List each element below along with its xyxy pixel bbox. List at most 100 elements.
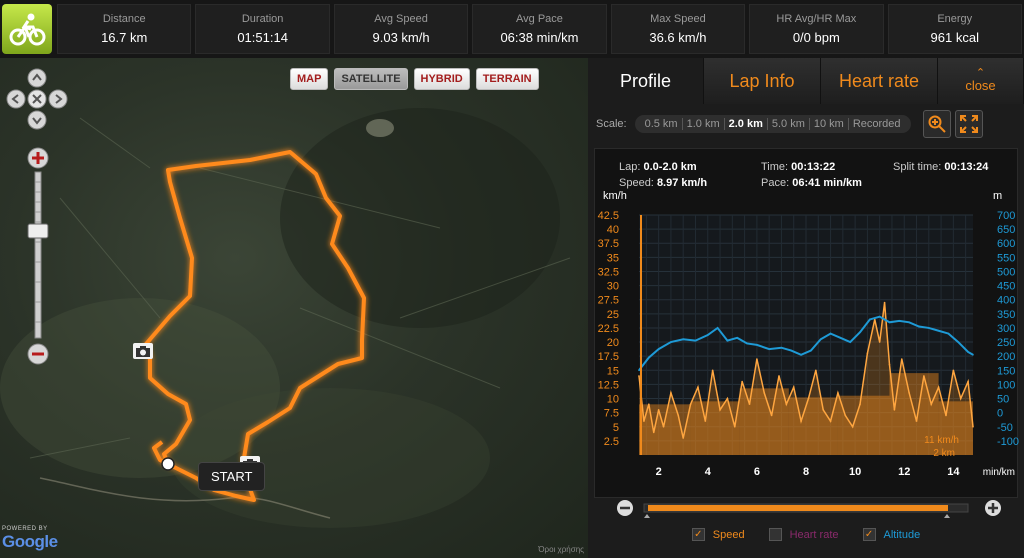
legend-altitude-label: Altitude	[883, 528, 921, 541]
stat-value: 06:38 min/km	[500, 30, 579, 45]
range-slider[interactable]	[614, 498, 998, 518]
map-attribution[interactable]: Όροι χρήσης	[538, 545, 584, 554]
altitude-point	[694, 339, 697, 342]
speed-point	[807, 397, 810, 400]
y-right-tick-label: 350	[997, 309, 1015, 321]
stat-label: Energy	[937, 13, 973, 25]
satellite-map[interactable]: MAP SATELLITE HYBRID TERRAIN START POWER…	[0, 58, 588, 558]
profile-panel: Profile Lap Info Heart rate ⌃ close Scal…	[588, 58, 1024, 558]
speed-point	[748, 403, 751, 405]
heart-rate-checkbox[interactable]	[768, 528, 782, 541]
altitude-point	[849, 341, 852, 343]
x-tick-label: 8	[803, 466, 809, 478]
stat-label: Avg Speed	[374, 13, 428, 25]
speed-point	[689, 403, 692, 405]
speed-point	[648, 403, 650, 405]
scale-option-selected[interactable]: 2.0 km	[725, 118, 768, 130]
map-type-satellite-button[interactable]: SATELLITE	[334, 68, 408, 90]
stat-value: 36.6 km/h	[649, 30, 707, 45]
speed-point	[815, 369, 817, 372]
profile-chart-svg: 2.557.51012.51517.52022.52527.53032.5353…	[598, 190, 1019, 478]
y-left-tick-label: 40	[607, 224, 619, 236]
profile-chart[interactable]: Lap: 0.0-2.0 km Speed: 8.97 km/h Time: 0…	[594, 148, 1019, 498]
altitude-checkbox[interactable]: ✓	[862, 528, 876, 541]
marker-speed-label: 11 km/h	[924, 435, 959, 446]
speed-point	[900, 358, 903, 360]
speed-point	[930, 403, 933, 405]
y-left-tick-label: 37.5	[598, 238, 619, 250]
speed-point	[959, 397, 962, 400]
tab-profile[interactable]: Profile	[588, 58, 704, 104]
zoom-in-icon[interactable]	[922, 110, 951, 138]
speed-point	[756, 358, 758, 360]
fullscreen-icon[interactable]	[954, 110, 983, 138]
y-left-tick-label: 10	[607, 394, 619, 406]
altitude-point	[746, 342, 748, 345]
tab-lap-info[interactable]: Lap Info	[704, 58, 821, 104]
scale-label: Scale:	[596, 118, 627, 130]
legend-altitude[interactable]: ✓ Altitude	[862, 528, 921, 541]
altitude-point	[790, 349, 793, 352]
altitude-point	[780, 346, 783, 349]
speed-point	[866, 352, 869, 355]
y-right-tick-label: 150	[997, 365, 1015, 377]
mountain-bike-icon[interactable]	[2, 4, 52, 54]
altitude-point	[937, 329, 940, 332]
legend-speed[interactable]: ✓ Speed	[691, 528, 745, 541]
speed-point	[741, 380, 743, 383]
y-right-tick-label: 50	[997, 394, 1009, 406]
y-right-tick-label: 400	[997, 295, 1015, 307]
scale-option[interactable]: 0.5 km	[641, 118, 683, 130]
map-type-selector: MAP SATELLITE HYBRID TERRAIN	[290, 68, 539, 90]
map-type-map-button[interactable]: MAP	[290, 68, 329, 90]
y-right-axis-label: m	[993, 190, 1002, 202]
y-left-tick-label: 5	[613, 422, 619, 434]
camera-icon[interactable]	[133, 343, 153, 359]
altitude-point	[657, 348, 660, 350]
stat-heart-rate: HR Avg/HR Max 0/0 bpm	[749, 4, 884, 54]
speed-point	[972, 425, 974, 428]
x-tick-label: 12	[898, 466, 910, 478]
zoom-slider[interactable]	[26, 146, 50, 366]
stat-label: Duration	[241, 13, 284, 25]
stat-label: Avg Pace	[516, 13, 563, 25]
altitude-point	[800, 353, 802, 356]
speed-point	[682, 437, 685, 439]
scale-option[interactable]: Recorded	[849, 118, 905, 130]
speed-point	[778, 375, 780, 377]
legend-heart-rate[interactable]: Heart rate	[768, 528, 839, 541]
speed-point	[859, 403, 861, 405]
scale-option[interactable]: 1.0 km	[683, 118, 725, 130]
altitude-point	[706, 334, 709, 336]
altitude-point	[768, 348, 770, 350]
stats-bar: Distance 16.7 km Duration 01:51:14 Avg Spe…	[0, 0, 1024, 58]
x-tick-label: 2	[656, 466, 662, 478]
chevron-up-icon: ⌃	[975, 67, 986, 79]
y-right-tick-label: 200	[997, 351, 1015, 363]
altitude-point	[972, 353, 974, 356]
altitude-point	[829, 332, 832, 335]
close-button[interactable]: ⌃ close	[938, 58, 1024, 104]
pan-control[interactable]	[4, 66, 70, 132]
altitude-point	[810, 349, 812, 352]
tab-heart-rate[interactable]: Heart rate	[821, 58, 938, 104]
close-label: close	[965, 78, 996, 93]
scale-option[interactable]: 10 km	[810, 118, 849, 130]
scale-selector: 0.5 km 1.0 km 2.0 km 5.0 km 10 km Record…	[634, 115, 911, 133]
stat-value: 0/0 bpm	[792, 30, 840, 45]
altitude-point	[716, 327, 719, 329]
altitude-point	[947, 332, 950, 335]
zoom-out-range-icon[interactable]	[616, 499, 634, 517]
speed-point	[763, 392, 766, 394]
altitude-point	[756, 344, 758, 346]
speed-checkbox[interactable]: ✓	[691, 528, 705, 541]
altitude-point	[967, 351, 969, 353]
zoom-in-range-icon[interactable]	[984, 499, 1002, 517]
speed-point	[657, 409, 660, 411]
altitude-point	[859, 331, 861, 333]
speed-point	[662, 425, 665, 428]
marker-distance-label: 2 km	[933, 448, 955, 459]
map-type-hybrid-button[interactable]: HYBRID	[413, 68, 470, 90]
map-type-terrain-button[interactable]: TERRAIN	[475, 68, 539, 90]
scale-option[interactable]: 5.0 km	[768, 118, 810, 130]
